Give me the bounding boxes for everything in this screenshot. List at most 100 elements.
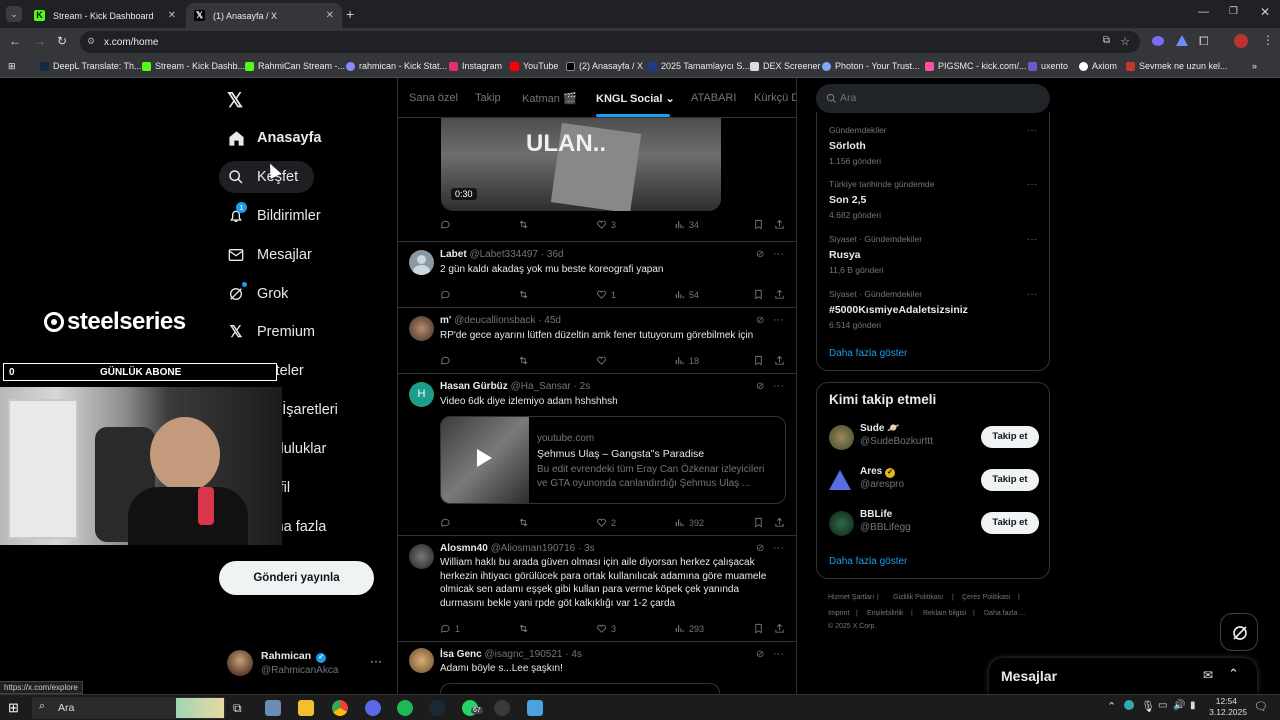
media-preview[interactable] [440, 683, 720, 694]
like-button[interactable]: 1 [596, 289, 616, 300]
tweet[interactable]: Alosmn40 @Aliosman190716 · 3s ··· ⊘ Will… [398, 536, 796, 642]
tab-kngl-social[interactable]: KNGL Social ⌄ [596, 92, 675, 105]
tab-following[interactable]: Takip [475, 92, 501, 104]
bookmark-button[interactable] [753, 623, 768, 634]
reply-button[interactable] [440, 289, 455, 300]
like-button[interactable]: 2 [596, 517, 616, 528]
avatar[interactable]: H [409, 382, 434, 407]
like-button[interactable]: 3 [596, 219, 616, 230]
bookmark-item[interactable]: Axiom [1079, 61, 1117, 71]
x-logo-icon[interactable]: 𝕏 [227, 88, 243, 113]
bookmarks-overflow-icon[interactable]: » [1252, 61, 1257, 71]
address-bar[interactable]: ⚙ x.com/home ☆ ⧉ [80, 31, 1140, 53]
bookmark-button[interactable] [753, 219, 768, 230]
app-icon[interactable] [365, 700, 381, 716]
grok-icon[interactable]: ⊘ [756, 649, 764, 660]
repost-button[interactable] [518, 355, 533, 366]
tweet[interactable]: H Hasan Gürbüz @Ha_Sansar · 2s ··· ⊘ Vid… [398, 374, 796, 536]
bookmark-item[interactable]: uxento [1028, 61, 1068, 71]
trend-more-icon[interactable]: ··· [1027, 125, 1037, 136]
nav-item-explore[interactable]: Keşfet [227, 168, 298, 186]
site-info-icon[interactable]: ⚙ [87, 36, 95, 47]
repost-button[interactable] [518, 219, 533, 230]
video-player[interactable]: ULAN.. 0:30 [441, 118, 721, 211]
tab-search-button[interactable]: ⌄ [6, 6, 22, 22]
bookmark-item[interactable]: Stream - Kick Dashb... [142, 61, 245, 71]
extension-icon[interactable] [1152, 36, 1164, 46]
views-button[interactable]: 392 [674, 517, 704, 528]
tab-kurkcu[interactable]: Kürkçü D [754, 92, 796, 104]
taskbar-date[interactable]: 3.12.2025 [1195, 707, 1247, 717]
avatar[interactable] [829, 511, 854, 536]
views-button[interactable]: 293 [674, 623, 704, 634]
trend-item[interactable]: Türkiye tarihinde gündemde Son 2,5 4.682 g… [829, 179, 934, 220]
menu-dots-icon[interactable]: ⋮ [1262, 33, 1274, 47]
bookmark-item[interactable]: Instagram [449, 61, 502, 71]
like-button[interactable] [596, 355, 611, 366]
minimize-button[interactable]: — [1198, 6, 1209, 18]
tweet-more-icon[interactable]: ··· [773, 380, 784, 392]
reload-icon[interactable]: ↻ [57, 34, 67, 48]
tray-chevron-icon[interactable]: ⌃ [1107, 700, 1116, 713]
close-window-button[interactable]: ✕ [1260, 5, 1270, 19]
share-button[interactable] [774, 219, 789, 230]
nav-item-premium[interactable]: 𝕏 Premium [227, 323, 315, 341]
search-input[interactable]: Ara [816, 84, 1050, 113]
trend-more-icon[interactable]: ··· [1027, 289, 1037, 300]
grok-icon[interactable]: ⊘ [756, 315, 764, 326]
trend-more-icon[interactable]: ··· [1027, 234, 1037, 245]
apps-grid-icon[interactable]: ⊞ [8, 61, 16, 72]
whatsapp-icon[interactable]: 67 [462, 700, 483, 716]
avatar[interactable] [409, 316, 434, 341]
bookmark-item[interactable]: 2025 Tamamlayıcı S... [648, 61, 750, 71]
views-button[interactable]: 54 [674, 289, 699, 300]
taskbar-clock[interactable]: 12:54 [1207, 696, 1237, 706]
avatar[interactable] [409, 250, 434, 275]
bookmark-item[interactable]: (2) Anasayfa / X [566, 61, 643, 71]
bookmark-button[interactable] [753, 355, 768, 366]
like-button[interactable]: 3 [596, 623, 616, 634]
app-icon[interactable] [265, 700, 281, 716]
grok-icon[interactable]: ⊘ [756, 249, 764, 260]
bookmark-item[interactable]: YouTube [510, 61, 558, 71]
file-explorer-icon[interactable] [298, 700, 314, 716]
tab-for-you[interactable]: Sana özel [409, 92, 458, 104]
volume-icon[interactable]: 🔊 [1173, 700, 1185, 711]
task-view-icon[interactable]: ⧉ [233, 700, 249, 716]
bookmark-button[interactable] [753, 517, 768, 528]
reply-button[interactable] [440, 219, 455, 230]
tweet[interactable]: ULAN.. 0:30 3 34 [398, 118, 796, 242]
follow-suggestion[interactable]: BBLife @BBLifegg Takip et [829, 509, 1039, 539]
trend-more-icon[interactable]: ··· [1027, 179, 1037, 190]
bookmark-button[interactable] [753, 289, 768, 300]
tab-close-icon[interactable]: ✕ [326, 10, 334, 21]
steam-icon[interactable] [429, 700, 445, 716]
avatar[interactable] [409, 544, 434, 569]
follow-button[interactable]: Takip et [981, 469, 1039, 491]
account-switcher[interactable]: Rahmican ✓ [261, 650, 327, 663]
extension-icon[interactable] [1176, 35, 1188, 46]
repost-button[interactable] [518, 289, 533, 300]
footer-link[interactable]: Hizmet Şartları [828, 594, 874, 601]
footer-link[interactable]: Reklam bilgisi [923, 610, 966, 617]
spotify-icon[interactable] [397, 700, 413, 716]
browser-tab-x[interactable]: 𝕏 (1) Anasayfa / X ✕ [186, 3, 342, 28]
avatar[interactable] [829, 425, 854, 450]
footer-link[interactable]: Imprint [828, 610, 849, 617]
link-card[interactable]: youtube.com Şehmus Ulaş – Gangsta"s Para… [440, 416, 786, 504]
tab-list[interactable]: Katman 🎬 [522, 92, 577, 105]
avatar[interactable] [227, 650, 253, 676]
views-button[interactable]: 18 [674, 355, 699, 366]
app-icon[interactable] [527, 700, 543, 716]
tweet-more-icon[interactable]: ··· [773, 648, 784, 660]
tweet-more-icon[interactable]: ··· [773, 248, 784, 260]
install-app-icon[interactable]: ⧉ [1103, 35, 1110, 46]
follow-button[interactable]: Takip et [981, 512, 1039, 534]
nav-item-home[interactable]: Anasayfa [227, 129, 321, 147]
nav-item-grok[interactable]: Grok [227, 282, 288, 303]
bookmark-star-icon[interactable]: ☆ [1120, 35, 1130, 48]
account-menu-dots-icon[interactable]: ··· [370, 654, 382, 668]
notification-center-icon[interactable]: 🗨 [1254, 700, 1268, 713]
tweet-more-icon[interactable]: ··· [773, 314, 784, 326]
follow-button[interactable]: Takip et [981, 426, 1039, 448]
